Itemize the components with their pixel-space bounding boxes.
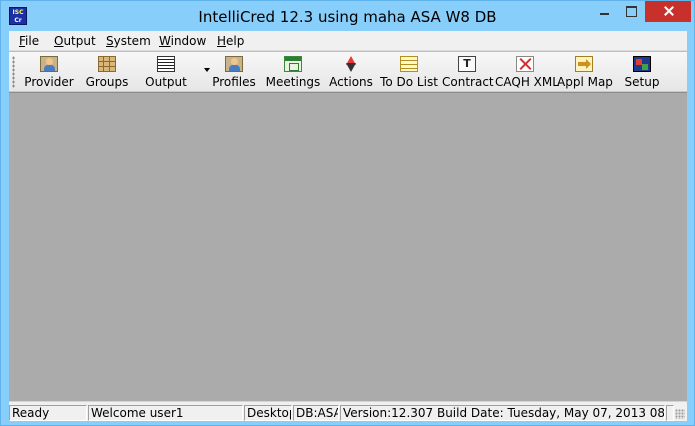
groups-button[interactable]: Groups <box>81 54 133 90</box>
caqh-xml-button-label: CAQH XML <box>495 75 559 89</box>
menu-file[interactable]: File <box>19 34 39 48</box>
resize-grip-icon[interactable] <box>675 409 685 419</box>
toolbar-grip[interactable] <box>12 56 15 88</box>
menu-bar: File Output System Window Help <box>9 31 687 51</box>
status-location: Desktop <box>244 405 292 421</box>
setup-icon <box>633 56 651 72</box>
appl-map-button[interactable]: Appl Map <box>557 54 613 90</box>
todo-list-button-label: To Do List <box>380 75 438 89</box>
menu-system-rest: ystem <box>113 34 151 48</box>
menu-help[interactable]: Help <box>217 34 244 48</box>
calendar-icon <box>284 56 302 72</box>
profiles-button[interactable]: Profiles <box>209 54 259 90</box>
menu-window-hotkey: W <box>159 34 171 48</box>
menu-output-rest: utput <box>63 34 96 48</box>
todo-list-button[interactable]: To Do List <box>378 54 440 90</box>
status-bar: Ready Welcome user1 Desktop DB:ASA Versi… <box>9 401 687 421</box>
main-toolbar: Provider Groups Output Profiles Meetings… <box>9 52 687 92</box>
menu-output[interactable]: Output <box>54 34 96 48</box>
menu-help-rest: elp <box>226 34 245 48</box>
caqh-xml-icon <box>516 56 534 72</box>
meetings-button[interactable]: Meetings <box>263 54 323 90</box>
actions-button-label: Actions <box>329 75 373 89</box>
menu-system-hotkey: S <box>106 34 114 48</box>
menu-window-rest: indow <box>170 34 207 48</box>
contract-button[interactable]: Contract <box>442 54 494 90</box>
output-icon <box>157 56 175 72</box>
meetings-button-label: Meetings <box>265 75 321 89</box>
close-button[interactable] <box>645 1 691 22</box>
status-ready: Ready <box>9 405 87 421</box>
status-empty-panel <box>666 405 674 421</box>
menu-window[interactable]: Window <box>159 34 206 48</box>
caqh-xml-button[interactable]: CAQH XML <box>495 54 559 90</box>
profiles-person-icon <box>225 56 243 72</box>
provider-button[interactable]: Provider <box>21 54 77 90</box>
menu-help-hotkey: H <box>217 34 227 48</box>
output-button-label: Output <box>145 75 187 89</box>
mdi-workspace[interactable] <box>9 92 687 401</box>
title-bar[interactable]: ISC Cr IntelliCred 12.3 using maha ASA W… <box>1 1 694 31</box>
provider-button-label: Provider <box>24 75 74 89</box>
menu-file-rest: ile <box>25 34 40 48</box>
status-db: DB:ASA <box>293 405 339 421</box>
profiles-button-label: Profiles <box>212 75 256 89</box>
setup-button-label: Setup <box>624 75 660 89</box>
contract-icon <box>458 56 476 72</box>
arrow-map-icon <box>575 56 593 72</box>
actions-icon <box>342 56 360 72</box>
maximize-button[interactable] <box>618 1 645 22</box>
minimize-button[interactable] <box>591 1 618 22</box>
groups-button-label: Groups <box>85 75 129 89</box>
output-button[interactable]: Output <box>139 54 193 90</box>
groups-icon <box>98 56 116 72</box>
provider-person-icon <box>40 56 58 72</box>
status-version: Version:12.307 Build Date: Tuesday, May … <box>340 405 665 421</box>
app-window: ISC Cr IntelliCred 12.3 using maha ASA W… <box>0 0 695 426</box>
appl-map-button-label: Appl Map <box>557 75 613 89</box>
actions-button[interactable]: Actions <box>327 54 375 90</box>
contract-button-label: Contract <box>442 75 494 89</box>
menu-system[interactable]: System <box>106 34 151 48</box>
status-welcome: Welcome user1 <box>88 405 243 421</box>
notepad-icon <box>400 56 418 72</box>
setup-button[interactable]: Setup <box>617 54 667 90</box>
